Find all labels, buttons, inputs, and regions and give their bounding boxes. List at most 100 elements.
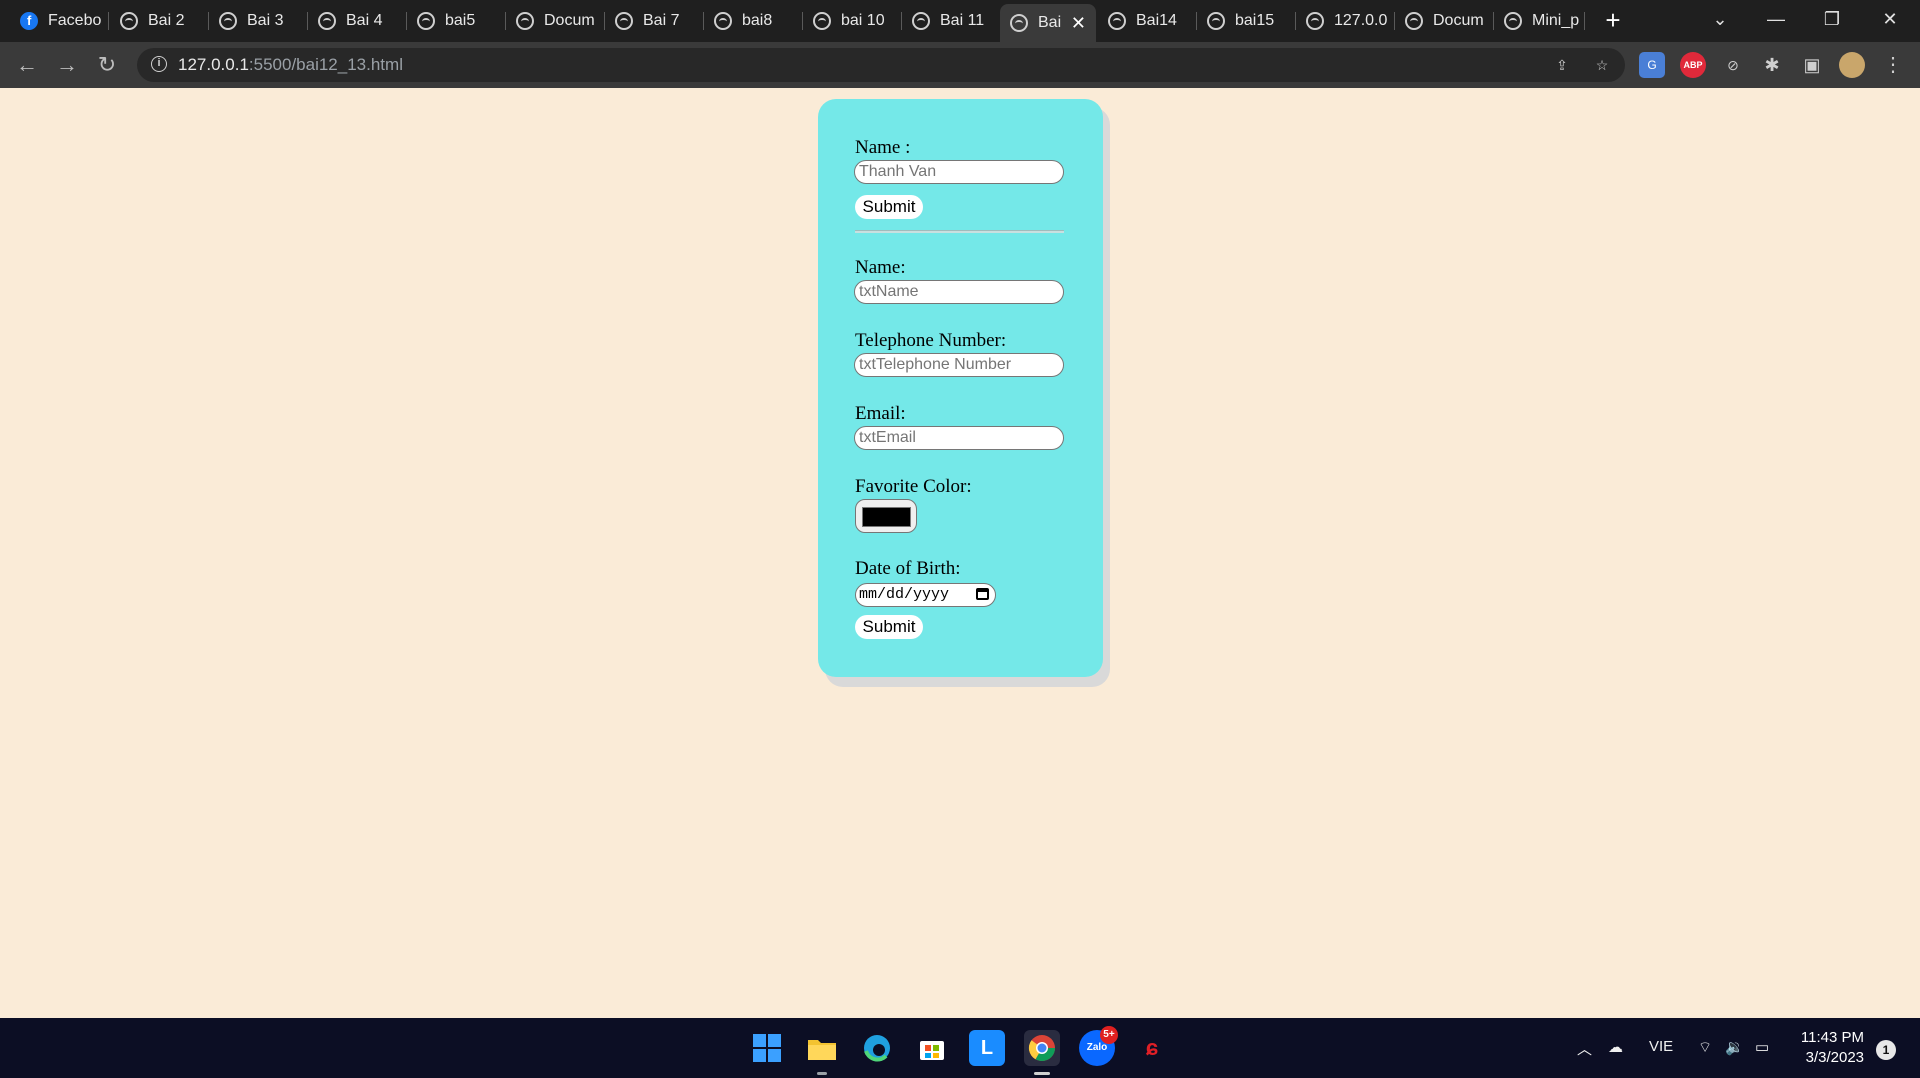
url-path: :5500/bai12_13.html — [248, 55, 403, 74]
tab-label: Bai 7 — [643, 12, 680, 29]
close-window-button[interactable]: ✕ — [1862, 0, 1918, 40]
tab-document-2[interactable]: Docum — [1395, 6, 1493, 36]
date-of-birth-label: Date of Birth: — [855, 558, 961, 579]
url-host: 127.0.0.1 — [178, 55, 249, 74]
forward-button[interactable]: → — [52, 50, 82, 80]
clock[interactable]: 11:43 PM 3/3/2023 — [1780, 1028, 1864, 1068]
tab-bai5[interactable]: bai5 — [407, 6, 505, 36]
edge-icon[interactable] — [859, 1030, 895, 1066]
tab-label: bai8 — [742, 12, 773, 29]
file-explorer-icon[interactable] — [804, 1030, 840, 1066]
tab-facebook[interactable]: Facebo — [10, 6, 108, 36]
tab-bai3[interactable]: Bai 3 — [209, 6, 307, 36]
tab-document[interactable]: Docum — [506, 6, 604, 36]
back-button[interactable]: ← — [12, 50, 42, 80]
tab-label: Mini_p — [1532, 12, 1580, 29]
name-label: Name : — [855, 137, 911, 158]
sidepanel-icon[interactable]: ▣ — [1799, 52, 1825, 78]
volume-icon[interactable]: 🔉 — [1725, 1038, 1744, 1056]
calendar-icon[interactable] — [976, 588, 989, 600]
tab-bai4[interactable]: Bai 4 — [308, 6, 406, 36]
running-indicator — [817, 1072, 827, 1075]
clock-time: 11:43 PM — [1800, 1029, 1864, 1046]
active-indicator — [1034, 1072, 1050, 1075]
submit-button[interactable]: Submit — [855, 195, 923, 219]
tab-search-chevron-icon[interactable]: ⌄ — [1692, 0, 1748, 40]
email-input[interactable]: txtEmail — [854, 426, 1064, 450]
onedrive-icon[interactable]: ☁ — [1608, 1038, 1623, 1056]
tab-bai8[interactable]: bai8 — [704, 6, 802, 36]
tab-separator — [108, 12, 109, 30]
globe-icon — [516, 12, 534, 30]
tab-bai10[interactable]: bai 10 — [803, 6, 901, 36]
globe-icon — [1010, 14, 1028, 32]
date-placeholder: mm/dd/yyyy — [859, 586, 950, 603]
tab-bai12-active[interactable]: Bai ✕ — [1000, 4, 1096, 42]
tab-label: Bai 11 — [940, 12, 985, 29]
store-icon[interactable] — [914, 1030, 950, 1066]
favorite-color-picker[interactable] — [855, 499, 917, 533]
minimize-button[interactable]: — — [1748, 0, 1804, 40]
adblock-icon[interactable]: ABP — [1680, 52, 1706, 78]
tab-label: Bai 2 — [148, 12, 185, 29]
globe-icon — [417, 12, 435, 30]
color-swatch — [862, 507, 911, 527]
tab-label: Bai 3 — [247, 12, 284, 29]
globe-icon — [813, 12, 831, 30]
tab-label: Facebo — [48, 12, 102, 29]
tab-separator — [1584, 12, 1585, 30]
chrome-icon[interactable] — [1024, 1030, 1060, 1066]
favorite-color-label: Favorite Color: — [855, 476, 972, 497]
browser-toolbar: ← → ↻ i 127.0.0.1:5500/bai12_13.html ⇪ ☆… — [0, 42, 1920, 88]
new-tab-button[interactable]: + — [1598, 6, 1628, 36]
wifi-icon[interactable]: ⌔ — [1698, 1038, 1712, 1057]
profile-avatar[interactable] — [1839, 52, 1865, 78]
tab-label: bai15 — [1235, 12, 1275, 29]
reload-button[interactable]: ↻ — [92, 50, 122, 80]
l-app-label: L — [980, 1037, 994, 1059]
form-card: Name : Thanh Van Submit Name: txtName Te… — [818, 99, 1103, 677]
zalo-badge: 5+ — [1100, 1026, 1118, 1044]
battery-icon[interactable]: ▭ — [1755, 1038, 1769, 1056]
name-label-2: Name: — [855, 257, 906, 278]
name-input[interactable]: Thanh Van — [854, 160, 1064, 184]
date-of-birth-input[interactable]: mm/dd/yyyy — [855, 583, 996, 607]
address-bar[interactable]: i 127.0.0.1:5500/bai12_13.html ⇪ ☆ — [137, 48, 1625, 82]
site-info-icon[interactable]: i — [151, 56, 167, 72]
facebook-icon — [20, 12, 38, 30]
tab-bai2[interactable]: Bai 2 — [110, 6, 208, 36]
tab-label: bai 10 — [841, 12, 885, 29]
notification-badge[interactable]: 1 — [1876, 1040, 1896, 1060]
menu-icon[interactable]: ⋮ — [1880, 52, 1906, 78]
translate-icon[interactable]: G — [1639, 52, 1665, 78]
restore-button[interactable]: ❐ — [1804, 0, 1860, 40]
compass-icon[interactable]: ⊘ — [1720, 52, 1746, 78]
tab-bai11[interactable]: Bai 11 — [902, 6, 1000, 36]
garena-icon[interactable]: ɕ — [1134, 1030, 1170, 1066]
l-app-icon[interactable]: L — [969, 1030, 1005, 1066]
chevron-up-icon[interactable]: ︿ — [1577, 1038, 1592, 1059]
tab-mini-project[interactable]: Mini_p — [1494, 6, 1584, 36]
puzzle-icon[interactable]: ✱ — [1759, 52, 1785, 78]
globe-icon — [318, 12, 336, 30]
adblock-label: ABP — [1683, 60, 1703, 70]
url-text: 127.0.0.1:5500/bai12_13.html — [178, 55, 403, 75]
bookmark-star-icon[interactable]: ☆ — [1589, 52, 1615, 78]
tab-label: Bai — [1038, 14, 1062, 31]
submit-button-2[interactable]: Submit — [855, 615, 923, 639]
globe-icon — [912, 12, 930, 30]
globe-icon — [615, 12, 633, 30]
tab-bai15[interactable]: bai15 — [1197, 6, 1295, 36]
tab-bai14[interactable]: Bai14 — [1098, 6, 1196, 36]
close-tab-icon[interactable]: ✕ — [1071, 13, 1086, 34]
telephone-input[interactable]: txtTelephone Number — [854, 353, 1064, 377]
tab-localhost[interactable]: 127.0.0 — [1296, 6, 1394, 36]
windows-start-icon[interactable] — [749, 1030, 785, 1066]
share-icon[interactable]: ⇪ — [1549, 52, 1575, 78]
tab-label: 127.0.0 — [1334, 12, 1388, 29]
tab-bai7[interactable]: Bai 7 — [605, 6, 703, 36]
language-indicator[interactable]: VIE — [1649, 1038, 1673, 1055]
name-input-2[interactable]: txtName — [854, 280, 1064, 304]
tab-label: Bai 4 — [346, 12, 383, 29]
globe-icon — [1306, 12, 1324, 30]
